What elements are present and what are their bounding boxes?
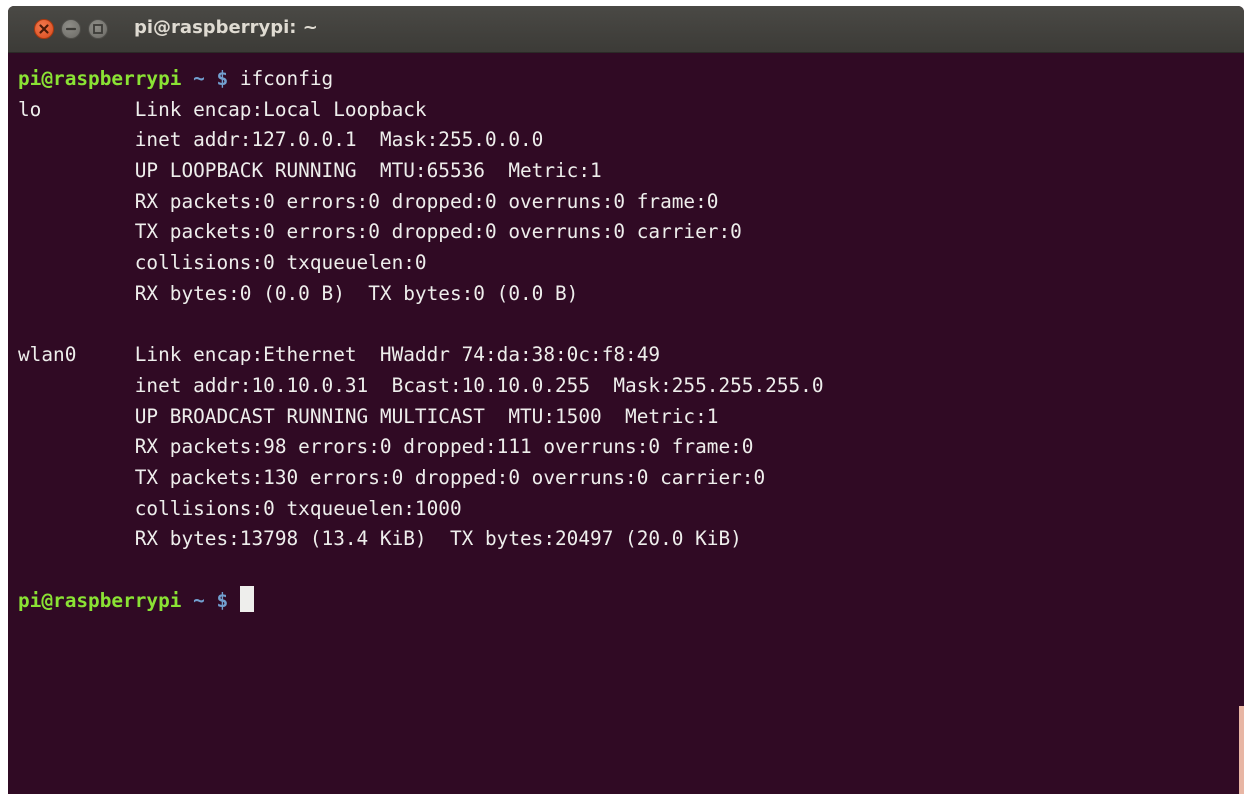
output-line: collisions:0 txqueuelen:1000	[18, 496, 462, 520]
prompt-path: ~ $	[181, 588, 229, 612]
command-line: pi@raspberrypi ~ $ ifconfig	[18, 64, 1228, 95]
command-output: lo Link encap:Local Loopback inet addr:1…	[18, 95, 1228, 586]
output-line: RX packets:98 errors:0 dropped:111 overr…	[18, 435, 754, 459]
output-line: TX packets:130 errors:0 dropped:0 overru…	[18, 465, 766, 489]
output-line: wlan0 Link encap:Ethernet HWaddr 74:da:3…	[18, 343, 661, 367]
close-icon	[39, 24, 49, 34]
prompt-user-host: pi@raspberrypi	[18, 588, 182, 612]
maximize-button[interactable]	[88, 19, 108, 39]
active-prompt-line[interactable]: pi@raspberrypi ~ $	[18, 585, 1228, 617]
close-button[interactable]	[34, 19, 54, 39]
minimize-icon	[65, 27, 77, 31]
output-line: RX bytes:13798 (13.4 KiB) TX bytes:20497…	[18, 527, 742, 551]
prompt-user-host: pi@raspberrypi	[18, 67, 182, 90]
minimize-button[interactable]	[61, 19, 81, 39]
output-line: UP BROADCAST RUNNING MULTICAST MTU:1500 …	[18, 404, 719, 428]
terminal-output[interactable]: pi@raspberrypi ~ $ ifconfig lo Link enca…	[18, 64, 1228, 616]
output-line: collisions:0 txqueuelen:0	[18, 251, 427, 275]
text-cursor	[239, 585, 254, 612]
output-line: inet addr:10.10.0.31 Bcast:10.10.0.255 M…	[18, 373, 824, 397]
prompt-path: ~ $	[181, 67, 229, 90]
output-line: lo Link encap:Local Loopback	[18, 97, 427, 121]
window-resize-edge[interactable]	[1239, 706, 1244, 794]
terminal-window: pi@raspberrypi: ~ pi@raspberrypi ~ $ ifc…	[8, 6, 1244, 794]
output-line: RX bytes:0 (0.0 B) TX bytes:0 (0.0 B)	[18, 281, 579, 305]
output-line: RX packets:0 errors:0 dropped:0 overruns…	[18, 189, 719, 213]
maximize-icon	[93, 24, 103, 34]
window-title: pi@raspberrypi: ~	[134, 17, 318, 38]
output-line: inet addr:127.0.0.1 Mask:255.0.0.0	[18, 128, 544, 152]
title-bar[interactable]: pi@raspberrypi: ~	[8, 6, 1244, 53]
output-line: UP LOOPBACK RUNNING MTU:65536 Metric:1	[18, 159, 602, 183]
output-line: TX packets:0 errors:0 dropped:0 overruns…	[18, 220, 742, 244]
command-text: ifconfig	[228, 67, 334, 90]
